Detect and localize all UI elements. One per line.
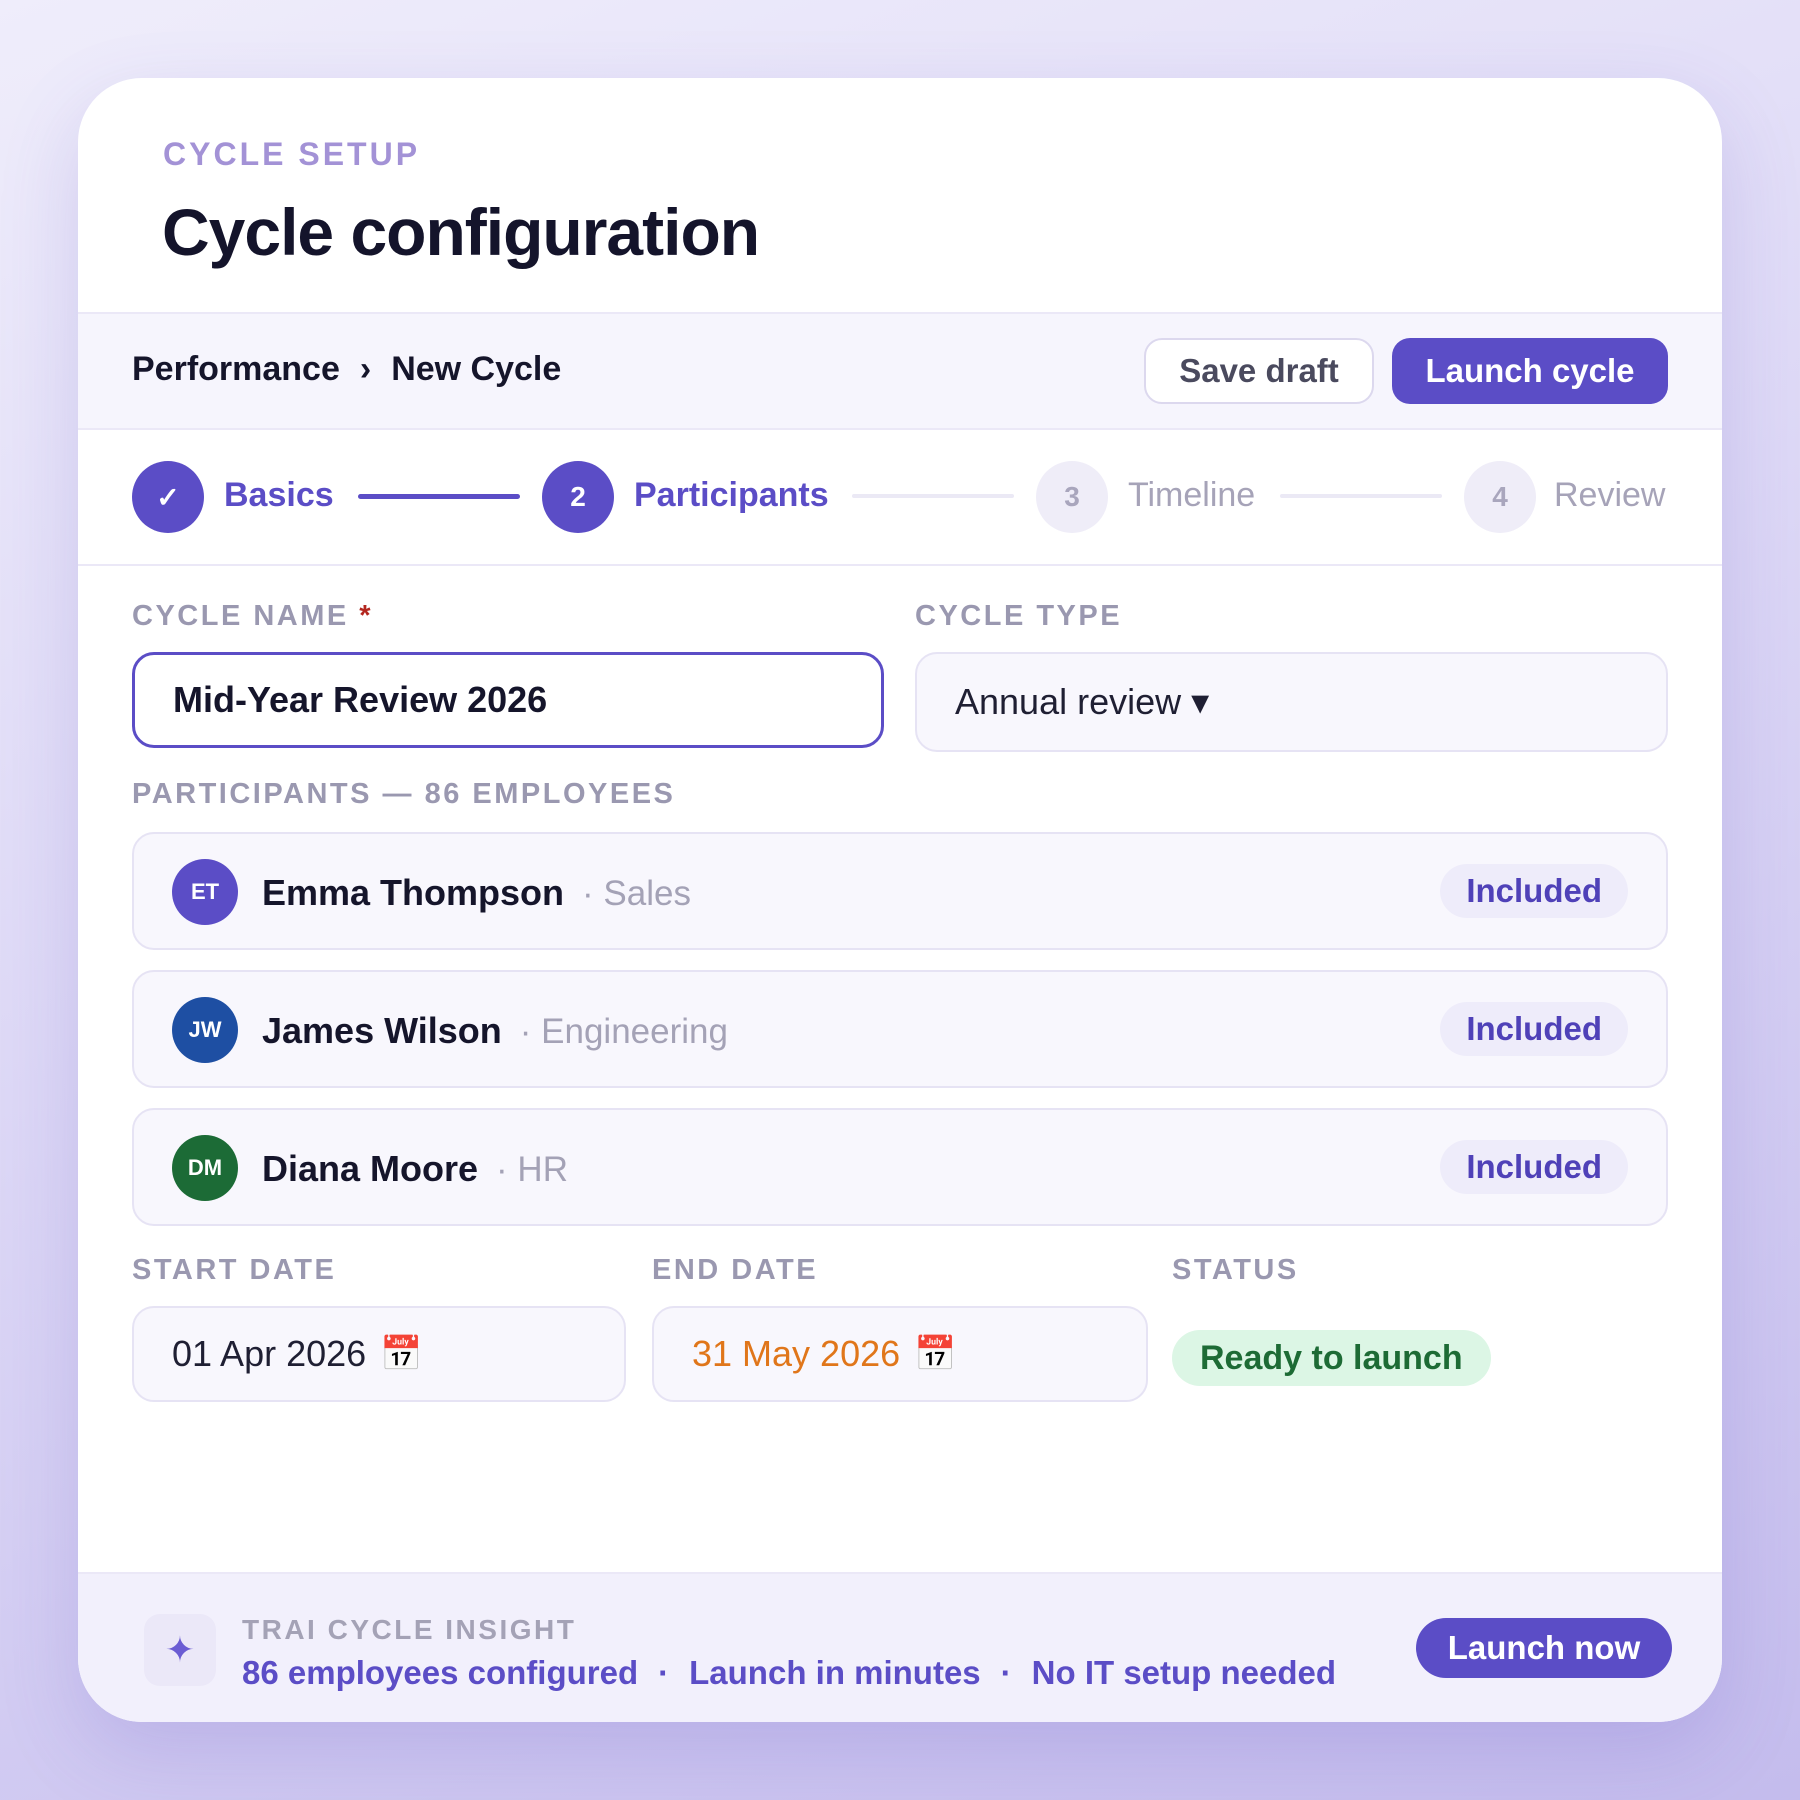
step-participants-label[interactable]: Participants bbox=[634, 476, 829, 515]
participant-row[interactable]: JW James Wilson · Engineering Included bbox=[132, 970, 1668, 1088]
breadcrumb-new-cycle: New Cycle bbox=[391, 350, 562, 388]
page-eyebrow: CYCLE SETUP bbox=[163, 136, 421, 172]
step-connector-3 bbox=[1280, 494, 1442, 498]
participant-row[interactable]: ET Emma Thompson · Sales Included bbox=[132, 832, 1668, 950]
participant-name: Diana Moore · HR bbox=[262, 1148, 568, 1189]
step-review-label[interactable]: Review bbox=[1554, 476, 1665, 515]
insight-facts: 86 employees configured · Launch in minu… bbox=[242, 1654, 1336, 1692]
cycle-type-label: CYCLE TYPE bbox=[915, 600, 1123, 632]
breadcrumb-separator: › bbox=[359, 350, 372, 388]
launch-now-button[interactable]: Launch now bbox=[1416, 1618, 1672, 1678]
insight-fact: Launch in minutes bbox=[689, 1654, 981, 1691]
participant-name: Emma Thompson · Sales bbox=[262, 872, 691, 913]
cycle-name-label: CYCLE NAME * bbox=[132, 600, 374, 632]
cycle-type-select[interactable]: Annual review ▾ bbox=[915, 652, 1668, 752]
included-badge[interactable]: Included bbox=[1440, 1140, 1628, 1194]
included-badge[interactable]: Included bbox=[1440, 864, 1628, 918]
participant-dept: · HR bbox=[496, 1150, 568, 1189]
start-date-label: START DATE bbox=[132, 1254, 337, 1286]
step-connector-1 bbox=[358, 494, 520, 499]
insight-fact: 86 employees configured bbox=[242, 1654, 639, 1691]
end-date-input[interactable]: 31 May 2026 📅 bbox=[652, 1306, 1148, 1402]
participant-name: James Wilson · Engineering bbox=[262, 1010, 728, 1051]
calendar-icon[interactable]: 📅 bbox=[914, 1334, 956, 1374]
avatar: DM bbox=[172, 1135, 238, 1201]
calendar-icon[interactable]: 📅 bbox=[380, 1334, 422, 1374]
avatar: ET bbox=[172, 859, 238, 925]
step-timeline-number[interactable]: 3 bbox=[1036, 461, 1108, 533]
participant-dept: · Sales bbox=[582, 874, 691, 913]
step-connector-2 bbox=[852, 494, 1014, 498]
participant-dept: · Engineering bbox=[519, 1012, 728, 1051]
launch-cycle-button[interactable]: Launch cycle bbox=[1392, 338, 1668, 404]
avatar: JW bbox=[172, 997, 238, 1063]
required-mark: * bbox=[359, 600, 374, 632]
participants-label: PARTICIPANTS — 86 EMPLOYEES bbox=[132, 778, 676, 810]
insight-separator: · bbox=[1000, 1654, 1012, 1691]
page-header: CYCLE SETUP Cycle configuration bbox=[78, 78, 1722, 312]
step-timeline-label[interactable]: Timeline bbox=[1128, 476, 1255, 515]
start-date-input[interactable]: 01 Apr 2026 📅 bbox=[132, 1306, 626, 1402]
cycle-setup-card: CYCLE SETUP Cycle configuration Performa… bbox=[78, 78, 1722, 1722]
stepper: ✓ Basics 2 Participants 3 Timeline 4 Rev… bbox=[78, 430, 1722, 566]
breadcrumb-performance[interactable]: Performance bbox=[132, 350, 340, 389]
toolbar: Performance › New Cycle Save draft Launc… bbox=[78, 312, 1722, 430]
end-date-label: END DATE bbox=[652, 1254, 819, 1286]
step-participants-number[interactable]: 2 bbox=[542, 461, 614, 533]
status-label: STATUS bbox=[1172, 1254, 1299, 1286]
save-draft-button[interactable]: Save draft bbox=[1144, 338, 1374, 404]
breadcrumb: Performance › New Cycle bbox=[132, 350, 561, 389]
insight-title: TRAI CYCLE INSIGHT bbox=[242, 1614, 577, 1645]
step-review-number[interactable]: 4 bbox=[1464, 461, 1536, 533]
insight-separator: · bbox=[658, 1654, 670, 1691]
sparkle-icon: ✦ bbox=[144, 1614, 216, 1686]
included-badge[interactable]: Included bbox=[1440, 1002, 1628, 1056]
cycle-name-input[interactable]: Mid-Year Review 2026 bbox=[132, 652, 884, 748]
step-basics-check-icon[interactable]: ✓ bbox=[132, 461, 204, 533]
participant-row[interactable]: DM Diana Moore · HR Included bbox=[132, 1108, 1668, 1226]
status-badge: Ready to launch bbox=[1172, 1330, 1491, 1386]
step-basics-label[interactable]: Basics bbox=[224, 476, 334, 515]
insight-footer: ✦ TRAI CYCLE INSIGHT 86 employees config… bbox=[78, 1572, 1722, 1722]
page-title: Cycle configuration bbox=[162, 195, 760, 269]
insight-fact: No IT setup needed bbox=[1031, 1654, 1337, 1691]
